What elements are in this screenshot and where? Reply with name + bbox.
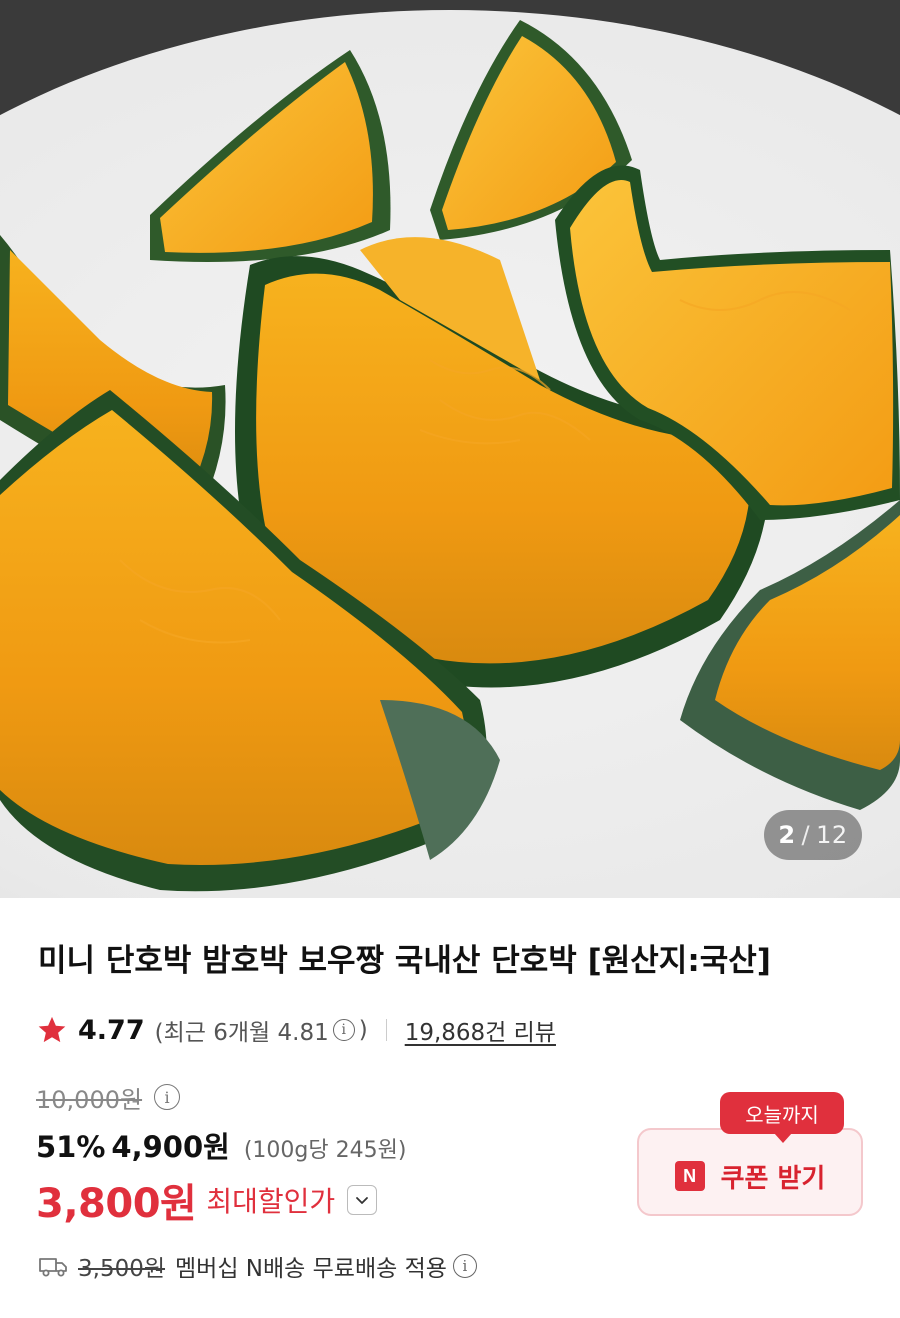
rating-row: 4.77 (최근 6개월 4.81 i ) 19,868건 리뷰	[36, 1008, 556, 1052]
original-price: 10,000원	[36, 1085, 143, 1114]
review-count-link[interactable]: 19,868건 리뷰	[405, 1013, 556, 1047]
naver-n-icon: N	[674, 1161, 705, 1191]
get-coupon-label: 쿠폰 받기	[720, 1163, 826, 1194]
max-discount-row: 3,800원 최대할인가	[36, 1172, 378, 1228]
truck-icon	[39, 1258, 67, 1277]
shipping-text: 멤버십 N배송 무료배송 적용	[175, 1256, 447, 1282]
shipping-row: 3,500원 멤버십 N배송 무료배송 적용 i	[38, 1246, 481, 1286]
max-discount-expand-button[interactable]	[347, 1185, 378, 1215]
max-discount-label: 최대할인가	[206, 1185, 336, 1218]
recent-rating-text: (최근 6개월 4.81	[154, 1020, 329, 1046]
chevron-down-icon	[356, 1197, 369, 1204]
recent-rating-close: )	[358, 1017, 368, 1043]
sale-price: 4,900원	[111, 1130, 230, 1164]
original-price-row: 10,000원 i	[36, 1078, 184, 1116]
product-title: 미니 단호박 밤호박 보우짱 국내산 단호박 [원산지:국산]	[38, 943, 771, 979]
unit-price: (100g당 245원)	[243, 1138, 407, 1163]
product-image-carousel[interactable]: 2 / 12	[0, 0, 900, 898]
shipping-fee-strikethrough: 3,500원	[78, 1256, 166, 1282]
divider	[385, 1019, 387, 1041]
product-photo	[0, 0, 900, 898]
current-page: 2	[778, 821, 796, 849]
info-icon[interactable]: i	[154, 1084, 181, 1110]
total-pages: 12	[816, 821, 848, 849]
discount-rate: 51%	[36, 1130, 106, 1164]
coupon-deadline-badge: 오늘까지	[720, 1092, 844, 1143]
info-icon[interactable]: i	[332, 1019, 355, 1041]
get-coupon-button[interactable]: N 쿠폰 받기	[637, 1128, 863, 1216]
info-icon[interactable]: i	[452, 1254, 477, 1278]
star-icon	[38, 1016, 66, 1043]
max-discount-price: 3,800원	[36, 1181, 197, 1227]
page-separator: /	[801, 821, 811, 849]
rating-score: 4.77	[78, 1014, 145, 1046]
sale-price-row: 51% 4,900원 (100g당 245원)	[36, 1124, 406, 1166]
image-page-indicator: 2 / 12	[764, 810, 862, 860]
recent-rating: (최근 6개월 4.81 i )	[155, 1013, 368, 1047]
